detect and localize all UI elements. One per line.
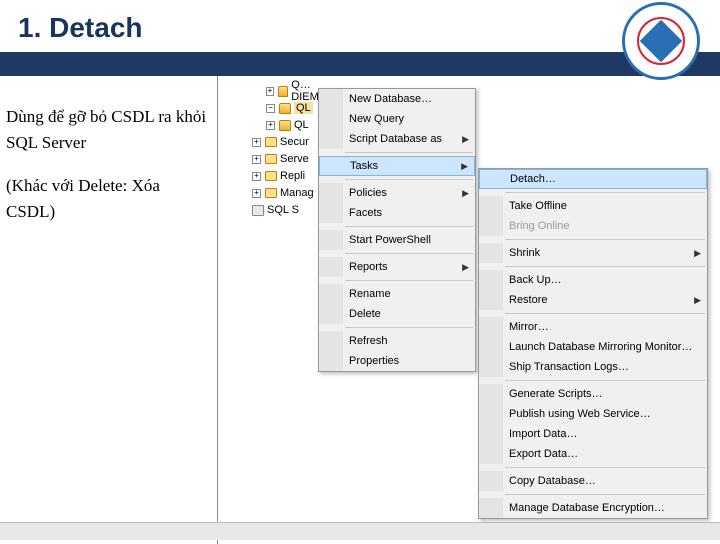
menu-separator (505, 192, 705, 193)
menu-separator (345, 280, 473, 281)
folder-icon (265, 154, 277, 164)
folder-icon (265, 137, 277, 147)
menu-separator (345, 226, 473, 227)
menu-item-import-data[interactable]: Import Data… (479, 424, 707, 444)
description-line-1: Dùng để gỡ bỏ CSDL ra khỏi SQL Server (6, 104, 207, 155)
menu-item-back-up[interactable]: Back Up… (479, 270, 707, 290)
submenu-arrow-icon: ▶ (462, 134, 475, 145)
expand-icon[interactable]: + (266, 87, 274, 96)
expand-icon[interactable]: + (266, 121, 275, 130)
menu-item-mirror[interactable]: Mirror… (479, 317, 707, 337)
submenu-arrow-icon: ▶ (462, 188, 475, 199)
submenu-tasks[interactable]: Detach… Take Offline Bring Online Shrink… (478, 168, 708, 519)
menu-item-launch-mirroring-monitor[interactable]: Launch Database Mirroring Monitor… (479, 337, 707, 357)
tree-label: SQL S (267, 204, 299, 216)
folder-icon (265, 188, 277, 198)
database-icon (278, 86, 288, 97)
menu-item-new-database[interactable]: New Database… (319, 89, 475, 109)
menu-item-new-query[interactable]: New Query (319, 109, 475, 129)
page-title: 1. Detach (0, 0, 720, 52)
menu-item-policies[interactable]: Policies▶ (319, 183, 475, 203)
expand-icon[interactable]: + (252, 155, 261, 164)
college-logo (622, 2, 700, 80)
menu-separator (345, 253, 473, 254)
menu-item-refresh[interactable]: Refresh (319, 331, 475, 351)
menu-item-ship-transaction-logs[interactable]: Ship Transaction Logs… (479, 357, 707, 377)
context-menu-database[interactable]: New Database… New Query Script Database … (318, 88, 476, 372)
agent-icon (252, 205, 264, 216)
menu-item-tasks[interactable]: Tasks▶ (319, 156, 475, 176)
menu-item-delete[interactable]: Delete (319, 304, 475, 324)
tree-label: QL (294, 119, 309, 131)
menu-item-rename[interactable]: Rename (319, 284, 475, 304)
screenshot-panel: + Q…DIEMTHISV − QL + QL + Secur + (218, 76, 720, 544)
menu-item-reports[interactable]: Reports▶ (319, 257, 475, 277)
menu-item-detach[interactable]: Detach… (479, 169, 707, 189)
menu-item-start-powershell[interactable]: Start PowerShell (319, 230, 475, 250)
menu-item-manage-db-encryption[interactable]: Manage Database Encryption… (479, 498, 707, 518)
submenu-arrow-icon: ▶ (694, 248, 707, 259)
menu-item-properties[interactable]: Properties (319, 351, 475, 371)
menu-item-facets[interactable]: Facets (319, 203, 475, 223)
submenu-arrow-icon: ▶ (462, 262, 475, 273)
menu-separator (505, 380, 705, 381)
menu-item-copy-database[interactable]: Copy Database… (479, 471, 707, 491)
menu-item-take-offline[interactable]: Take Offline (479, 196, 707, 216)
menu-separator (505, 266, 705, 267)
menu-item-export-data[interactable]: Export Data… (479, 444, 707, 464)
expand-icon[interactable]: + (252, 172, 261, 181)
menu-item-shrink[interactable]: Shrink▶ (479, 243, 707, 263)
submenu-arrow-icon: ▶ (461, 161, 474, 172)
tree-label: Manag (280, 187, 314, 199)
title-bar (0, 52, 720, 76)
description-panel: Dùng để gỡ bỏ CSDL ra khỏi SQL Server (K… (0, 76, 218, 544)
menu-item-restore[interactable]: Restore▶ (479, 290, 707, 310)
submenu-arrow-icon: ▶ (694, 295, 707, 306)
menu-item-publish-web-service[interactable]: Publish using Web Service… (479, 404, 707, 424)
tree-label: Repli (280, 170, 305, 182)
description-line-2: (Khác với Delete: Xóa CSDL) (6, 173, 207, 224)
menu-separator (505, 467, 705, 468)
collapse-icon[interactable]: − (266, 104, 275, 113)
menu-item-script-database[interactable]: Script Database as▶ (319, 129, 475, 149)
menu-separator (345, 327, 473, 328)
content-area: Dùng để gỡ bỏ CSDL ra khỏi SQL Server (K… (0, 76, 720, 544)
tree-label-selected: QL (294, 102, 313, 114)
menu-item-generate-scripts[interactable]: Generate Scripts… (479, 384, 707, 404)
menu-separator (345, 152, 473, 153)
menu-separator (345, 179, 473, 180)
menu-item-bring-online: Bring Online (479, 216, 707, 236)
menu-separator (505, 239, 705, 240)
database-icon (279, 103, 291, 114)
database-icon (279, 120, 291, 131)
tree-label: Secur (280, 136, 309, 148)
menu-separator (505, 313, 705, 314)
footer-bar (0, 522, 720, 540)
expand-icon[interactable]: + (252, 189, 261, 198)
expand-icon[interactable]: + (252, 138, 261, 147)
folder-icon (265, 171, 277, 181)
tree-label: Serve (280, 153, 309, 165)
menu-separator (505, 494, 705, 495)
